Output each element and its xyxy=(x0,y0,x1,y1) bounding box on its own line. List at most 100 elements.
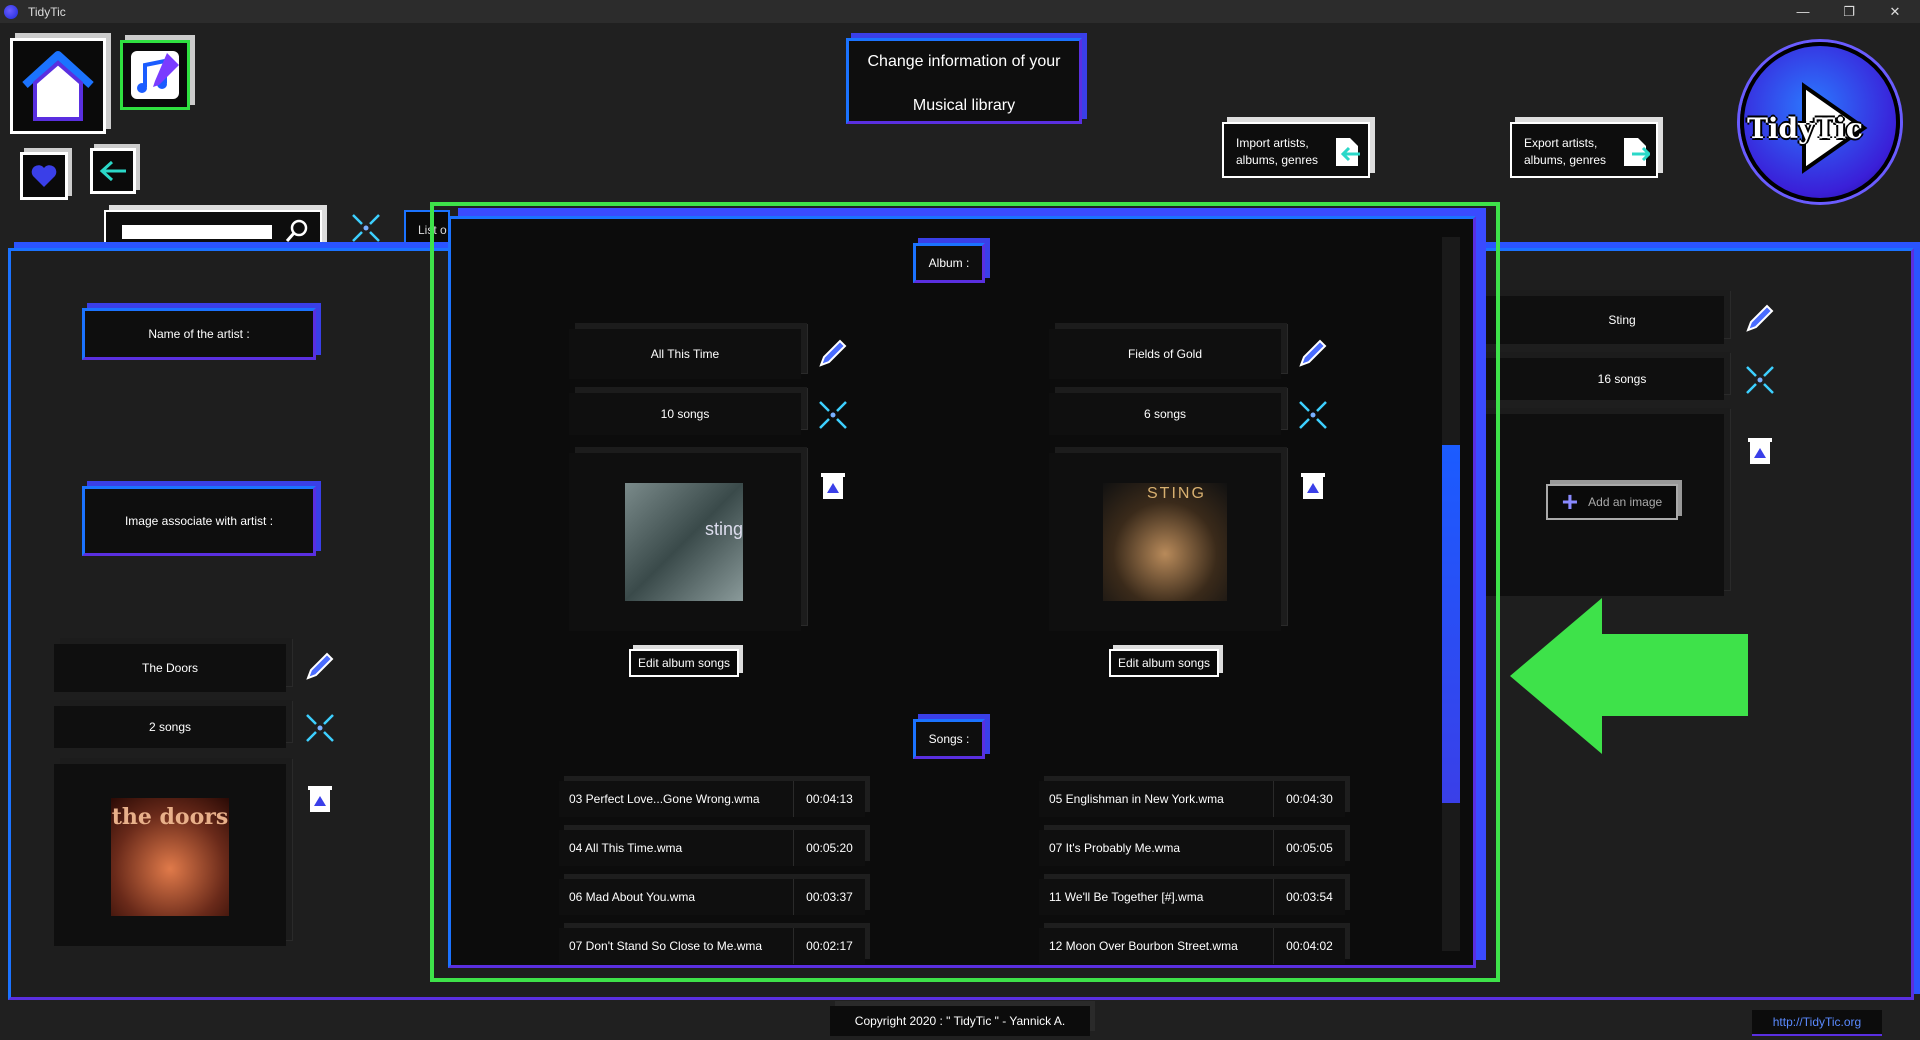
song-name: 11 We'll Be Together [#].wma xyxy=(1049,890,1204,904)
arrow-left-icon xyxy=(99,160,126,182)
song-row[interactable]: 03 Perfect Love...Gone Wrong.wma 00:04:1… xyxy=(559,781,865,817)
expand-icon[interactable] xyxy=(304,712,336,744)
add-image-label: Add an image xyxy=(1588,495,1663,509)
scrollbar-track[interactable] xyxy=(1442,237,1460,951)
album-art: sting xyxy=(625,483,743,601)
song-duration: 00:04:02 xyxy=(1273,928,1345,964)
song-duration: 00:05:05 xyxy=(1273,830,1345,866)
song-row[interactable]: 05 Englishman in New York.wma 00:04:30 xyxy=(1039,781,1345,817)
music-note-icon xyxy=(131,51,179,99)
edit-pencil-icon[interactable] xyxy=(817,337,849,369)
favorites-button[interactable] xyxy=(20,152,68,200)
close-button[interactable]: ✕ xyxy=(1872,0,1918,23)
footer-copyright: Copyright 2020 : " TidyTic " - Yannick A… xyxy=(830,1006,1090,1036)
song-name: 06 Mad About You.wma xyxy=(569,890,696,904)
page-title-line1: Change information of your xyxy=(867,53,1061,70)
album-title-field[interactable]: Fields of Gold xyxy=(1049,329,1281,379)
song-name: 07 It's Probably Me.wma xyxy=(1049,841,1181,855)
export-file-icon xyxy=(1624,138,1650,166)
album-art-box[interactable]: STING xyxy=(1049,453,1281,631)
edit-pencil-icon[interactable] xyxy=(304,650,336,682)
artist-album-art: the doors xyxy=(111,798,229,916)
album-art-text: the doors xyxy=(111,804,229,830)
artist-name-label: Name of the artist : xyxy=(82,308,316,360)
edit-album-songs-button[interactable]: Edit album songs xyxy=(629,649,739,677)
add-image-button[interactable]: + Add an image xyxy=(1546,484,1678,520)
page-title-box: Change information of your Musical libra… xyxy=(846,38,1082,124)
edit-pencil-icon[interactable] xyxy=(1297,337,1329,369)
album-songs-count: 10 songs xyxy=(569,393,801,435)
album-title-field[interactable]: All This Time xyxy=(569,329,801,379)
trash-icon[interactable] xyxy=(817,469,849,501)
minimize-button[interactable]: — xyxy=(1780,0,1826,23)
expand-icon[interactable] xyxy=(1744,364,1776,396)
song-row[interactable]: 11 We'll Be Together [#].wma 00:03:54 xyxy=(1039,879,1345,915)
song-row[interactable]: 12 Moon Over Bourbon Street.wma 00:04:02 xyxy=(1039,928,1345,964)
album-art-text: sting xyxy=(705,519,744,539)
search-box xyxy=(104,210,322,250)
export-button[interactable]: Export artists, albums, genres xyxy=(1510,122,1658,178)
song-duration: 00:05:20 xyxy=(793,830,865,866)
search-input[interactable] xyxy=(122,225,272,239)
song-row[interactable]: 07 It's Probably Me.wma 00:05:05 xyxy=(1039,830,1345,866)
trash-icon[interactable] xyxy=(1297,469,1329,501)
plus-icon: + xyxy=(1561,486,1579,517)
export-label-line2: albums, genres xyxy=(1524,153,1607,167)
song-duration: 00:02:17 xyxy=(793,928,865,964)
songs-section-header: Songs : xyxy=(913,719,985,759)
song-name: 05 Englishman in New York.wma xyxy=(1049,792,1224,806)
app-window: TidyTic — ❐ ✕ Change information of your… xyxy=(0,0,1920,1040)
app-icon xyxy=(4,4,18,19)
search-icon[interactable] xyxy=(284,218,310,244)
home-icon xyxy=(22,51,94,121)
trash-icon[interactable] xyxy=(1744,434,1776,466)
right-artist-image-box: + Add an image xyxy=(1480,414,1724,596)
artist-name-field[interactable]: The Doors xyxy=(54,644,286,692)
logo-text: TidyTic xyxy=(1747,112,1863,145)
song-name: 03 Perfect Love...Gone Wrong.wma xyxy=(569,792,760,806)
album-art-text: STING xyxy=(1147,485,1206,502)
window-title: TidyTic xyxy=(28,4,66,19)
import-label-line1: Import artists, xyxy=(1236,136,1309,150)
import-file-icon xyxy=(1336,138,1360,166)
restore-button[interactable]: ❐ xyxy=(1826,0,1872,23)
album-songs-count: 6 songs xyxy=(1049,393,1281,435)
song-row[interactable]: 04 All This Time.wma 00:05:20 xyxy=(559,830,865,866)
trash-icon[interactable] xyxy=(304,782,336,814)
song-duration: 00:04:30 xyxy=(1273,781,1345,817)
import-label-line2: albums, genres xyxy=(1236,153,1319,167)
home-button[interactable] xyxy=(10,38,106,134)
heart-icon xyxy=(31,165,57,187)
album-art-box[interactable]: sting xyxy=(569,453,801,631)
footer-link[interactable]: http://TidyTic.org xyxy=(1752,1010,1882,1036)
right-artist-songs-count: 16 songs xyxy=(1480,358,1724,400)
edit-album-songs-button[interactable]: Edit album songs xyxy=(1109,649,1219,677)
artist-image-label: Image associate with artist : xyxy=(82,486,316,556)
song-name: 07 Don't Stand So Close to Me.wma xyxy=(569,939,763,953)
expand-icon[interactable] xyxy=(350,212,382,244)
right-artist-name-field[interactable]: Sting xyxy=(1480,296,1724,344)
album-panel: Album : All This Time 10 songs sting Edi… xyxy=(448,216,1476,968)
album-section-header: Album : xyxy=(913,243,985,283)
song-row[interactable]: 07 Don't Stand So Close to Me.wma 00:02:… xyxy=(559,928,865,964)
highlight-arrow-icon xyxy=(1510,598,1748,754)
song-duration: 00:04:13 xyxy=(793,781,865,817)
expand-icon[interactable] xyxy=(817,399,849,431)
song-name: 12 Moon Over Bourbon Street.wma xyxy=(1049,939,1238,953)
tidytic-logo: TidyTic xyxy=(1740,42,1900,202)
song-name: 04 All This Time.wma xyxy=(569,841,683,855)
edit-pencil-icon[interactable] xyxy=(1744,302,1776,334)
import-button[interactable]: Import artists, albums, genres xyxy=(1222,122,1370,178)
back-button[interactable] xyxy=(90,148,136,194)
title-bar: TidyTic — ❐ ✕ xyxy=(0,0,1920,23)
artist-songs-count: 2 songs xyxy=(54,706,286,748)
artist-image-box[interactable]: the doors xyxy=(54,764,286,946)
music-edit-button[interactable] xyxy=(120,40,190,110)
song-row[interactable]: 06 Mad About You.wma 00:03:37 xyxy=(559,879,865,915)
export-label-line1: Export artists, xyxy=(1524,136,1598,150)
song-duration: 00:03:54 xyxy=(1273,879,1345,915)
expand-icon[interactable] xyxy=(1297,399,1329,431)
album-art: STING xyxy=(1103,483,1227,601)
scrollbar-thumb[interactable] xyxy=(1442,445,1460,803)
page-title-line2: Musical library xyxy=(912,97,1016,114)
